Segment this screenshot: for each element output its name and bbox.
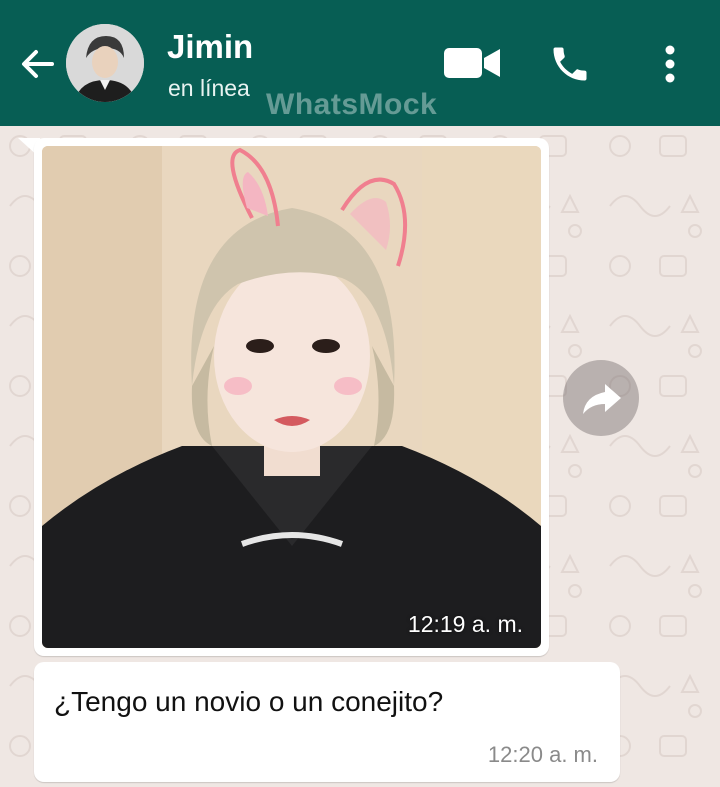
text-message-time: 12:20 a. m. (487, 742, 598, 767)
back-arrow-icon[interactable] (16, 42, 60, 86)
chat-area[interactable]: 12:19 a. m. ¿Tengo un novio o un conejit… (0, 126, 720, 787)
chat-header: Jimin en línea WhatsMock (0, 0, 720, 126)
watermark-text: WhatsMock (266, 88, 438, 121)
contact-name[interactable]: Jimin (167, 28, 253, 66)
text-message-bubble[interactable]: ¿Tengo un novio o un conejito? 12:20 a. … (34, 662, 620, 782)
voice-call-icon[interactable] (548, 42, 592, 86)
message-text: ¿Tengo un novio o un conejito? (54, 686, 444, 717)
video-call-icon[interactable] (444, 46, 500, 80)
avatar[interactable] (66, 24, 144, 102)
forward-icon[interactable] (563, 360, 639, 436)
more-options-icon[interactable] (660, 40, 680, 88)
image-message-bubble[interactable]: 12:19 a. m. (34, 138, 549, 656)
message-photo[interactable]: 12:19 a. m. (42, 146, 541, 648)
image-message-time: 12:19 a. m. (407, 611, 523, 637)
online-status: en línea (168, 75, 250, 101)
